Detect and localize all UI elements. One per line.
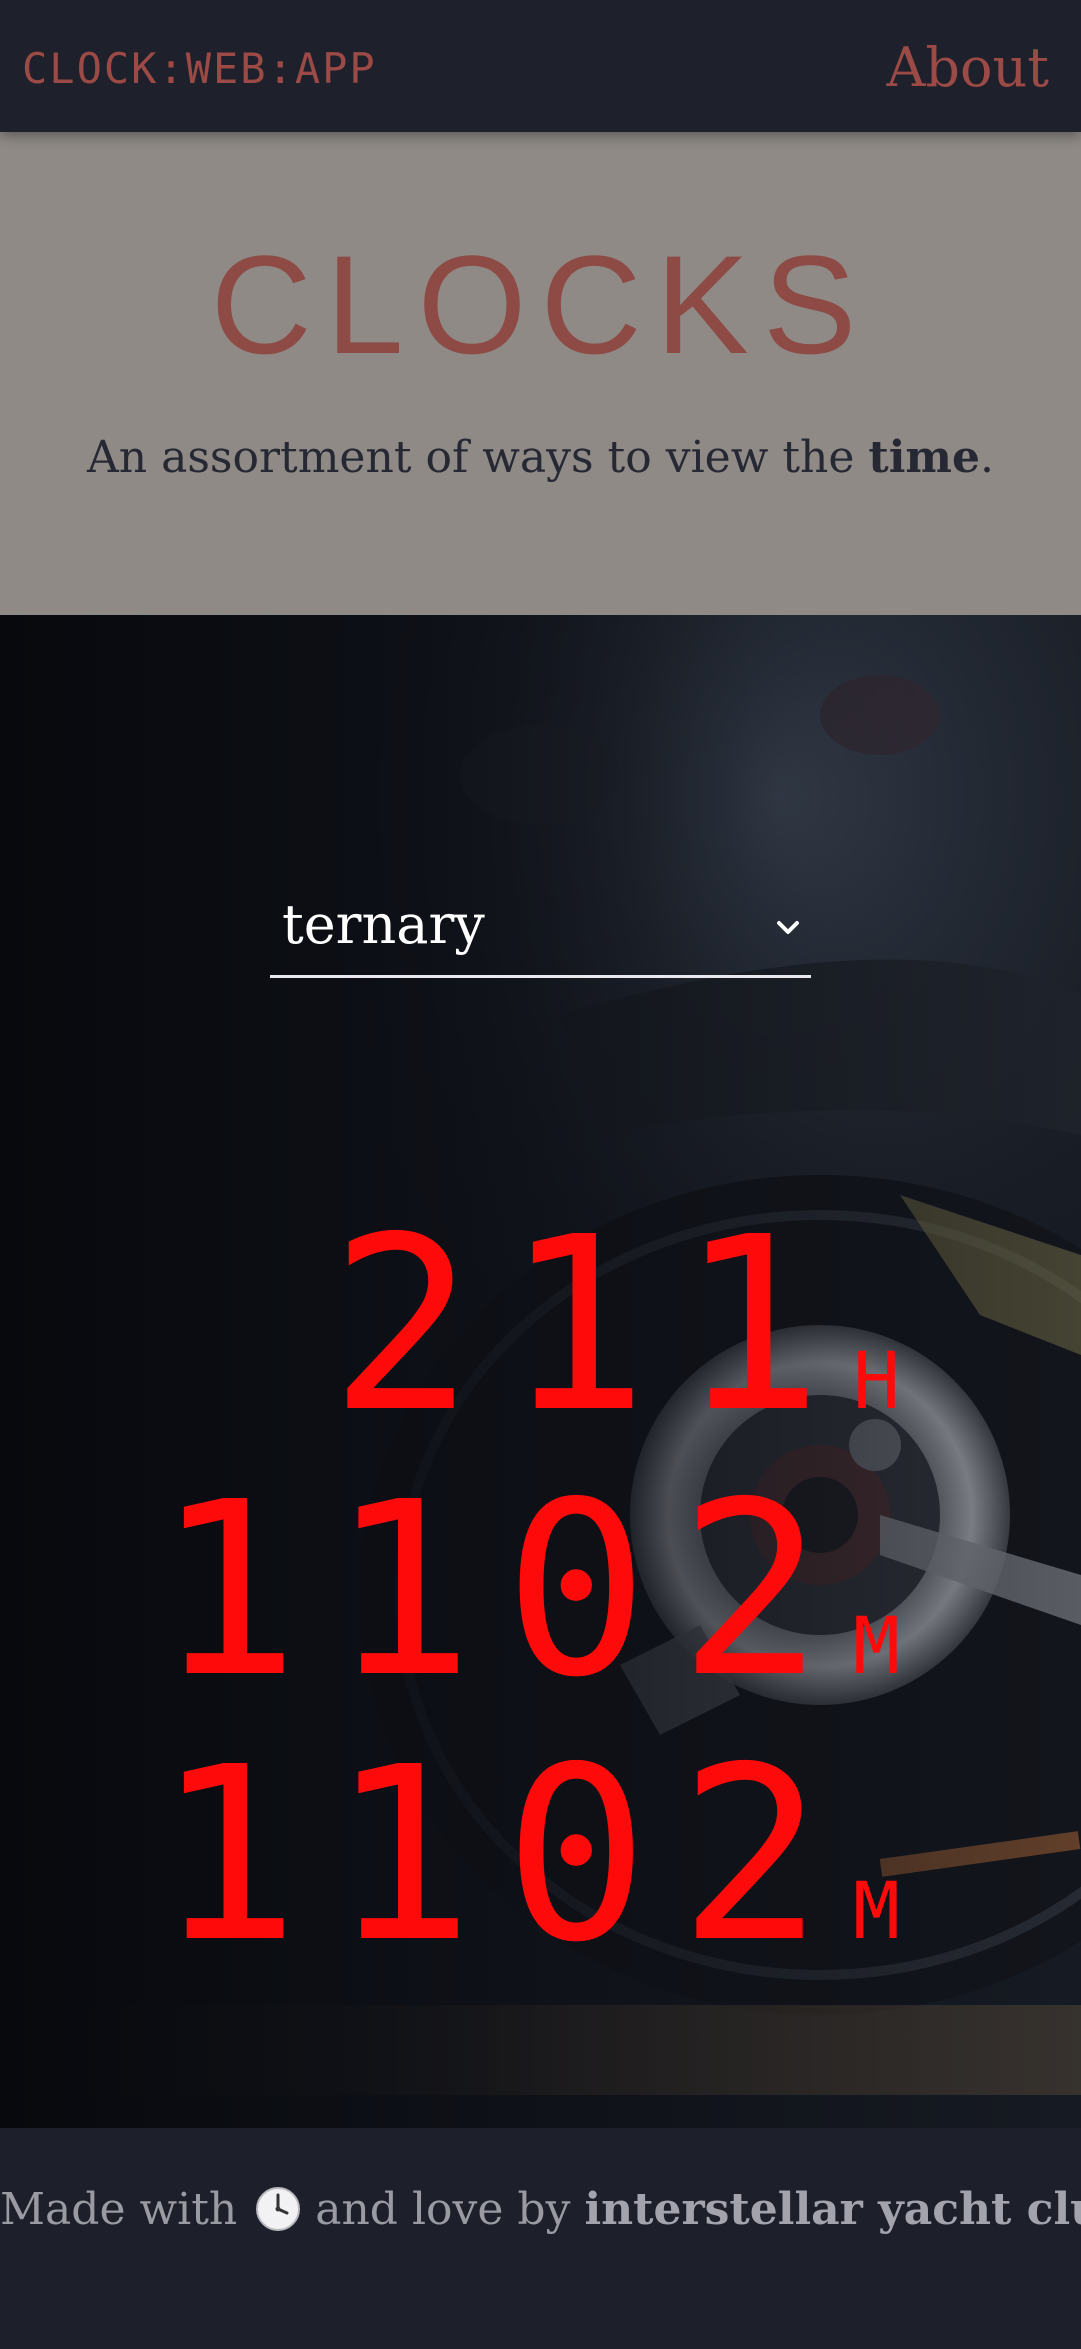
hours-unit-label: H <box>853 1337 900 1427</box>
hours-row: 211H <box>0 1205 900 1445</box>
clock-stage: ternary 211H 1102M 1102M <box>0 615 1081 2128</box>
minutes-digits: 1102 <box>155 1450 854 1730</box>
ternary-clock-display: 211H 1102M 1102M <box>0 615 1081 2128</box>
footer-credit: Made with and love by interstellar yacht… <box>0 2184 1081 2235</box>
page-title: CLOCKS <box>210 226 871 383</box>
top-navbar: CLOCK:WEB:APP About <box>0 0 1081 132</box>
footer-made-with: Made with <box>0 2184 238 2235</box>
clock-face-icon <box>256 2187 301 2231</box>
hero-banner: CLOCKS An assortment of ways to view the… <box>0 132 1081 615</box>
footer-and-love-by: and love by <box>315 2184 571 2235</box>
subtitle-emphasis: time <box>868 432 980 483</box>
brand-logo-link[interactable]: CLOCK:WEB:APP <box>22 44 377 93</box>
seconds-digits: 1102 <box>155 1715 854 1995</box>
seconds-row: 1102M <box>0 1735 900 1975</box>
minutes-unit-label: M <box>853 1602 900 1692</box>
seconds-unit-label: M <box>853 1867 900 1957</box>
footer-author-link[interactable]: interstellar yacht club <box>584 2184 1081 2235</box>
about-link[interactable]: About <box>886 36 1049 99</box>
hours-digits: 211 <box>329 1185 854 1465</box>
page-subtitle: An assortment of ways to view the time. <box>0 432 1081 483</box>
minutes-row: 1102M <box>0 1470 900 1710</box>
subtitle-text: An assortment of ways to view the <box>87 432 869 483</box>
page-footer: Made with and love by interstellar yacht… <box>0 2128 1081 2349</box>
subtitle-period: . <box>979 432 994 483</box>
